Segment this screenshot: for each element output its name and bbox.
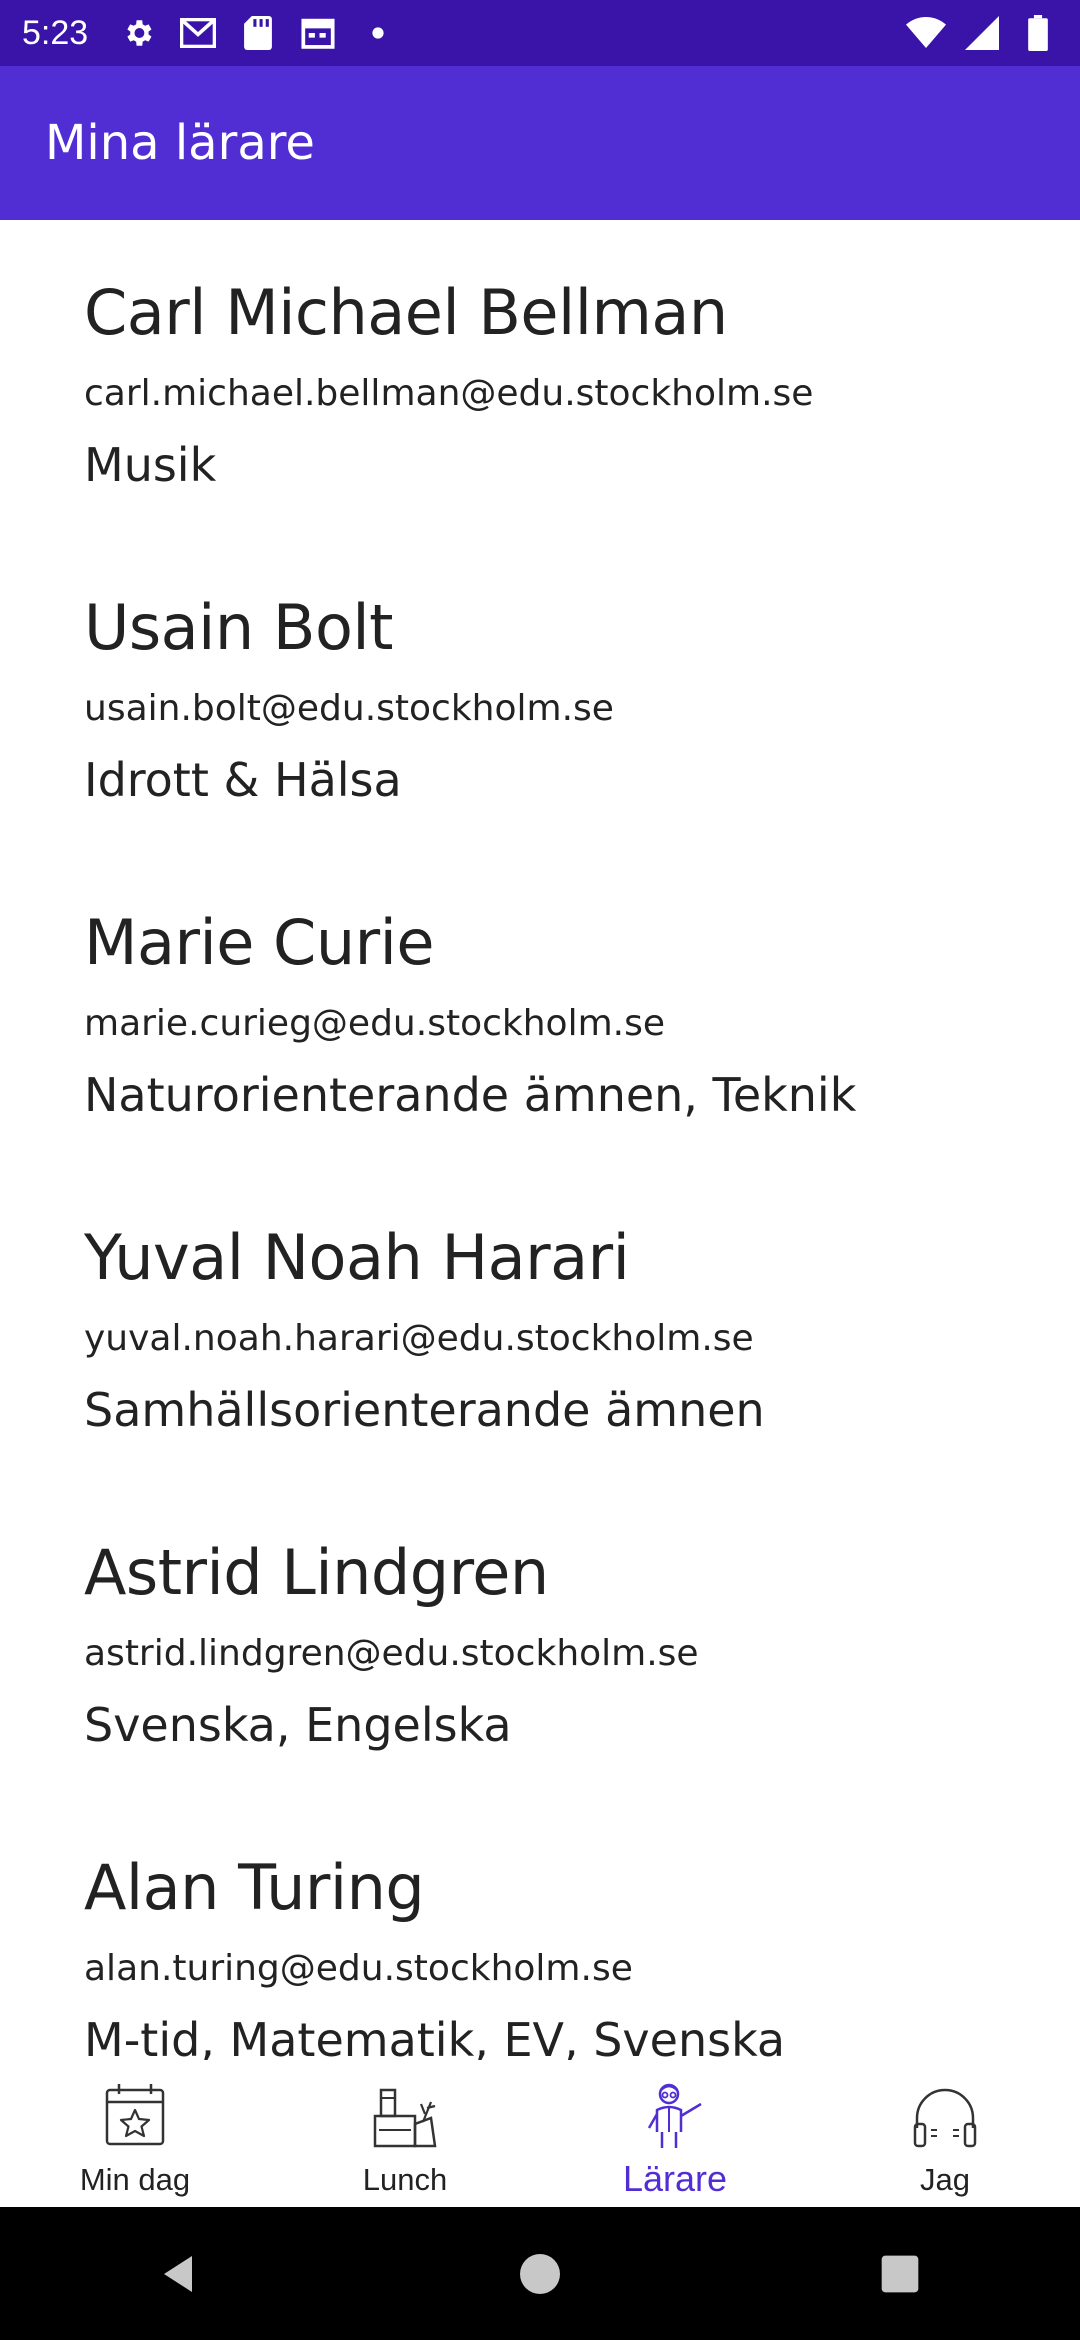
calendar-icon: [298, 13, 338, 53]
back-icon[interactable]: [140, 2234, 220, 2314]
teacher-email[interactable]: astrid.lindgren@edu.stockholm.se: [84, 1636, 1080, 1672]
teacher-name: Usain Bolt: [84, 591, 393, 664]
teacher-name: Alan Turing: [84, 1851, 425, 1924]
teacher-card[interactable]: Alan Turing alan.turing@edu.stockholm.se…: [84, 1795, 1080, 2061]
headphones-icon: [913, 2088, 977, 2148]
nav-label: Jag: [920, 2162, 970, 2197]
teacher-email[interactable]: carl.michael.bellman@edu.stockholm.se: [84, 376, 1080, 412]
teacher-email[interactable]: usain.bolt@edu.stockholm.se: [84, 691, 1080, 727]
nav-lunch[interactable]: Lunch: [270, 2060, 540, 2207]
nav-label: Lärare: [622, 2158, 728, 2199]
teacher-name: Astrid Lindgren: [84, 1536, 549, 1609]
teacher-email[interactable]: yuval.noah.harari@edu.stockholm.se: [84, 1321, 1080, 1357]
status-bar: 5:23: [0, 0, 1080, 66]
page-title: Mina lärare: [45, 115, 315, 171]
nav-label: Min dag: [79, 2162, 191, 2197]
recents-icon[interactable]: [860, 2234, 940, 2314]
dot-icon: [358, 13, 398, 53]
nav-jag[interactable]: Jag: [810, 2060, 1080, 2207]
sd-card-icon: [238, 13, 278, 53]
teacher-name: Marie Curie: [84, 906, 435, 979]
teacher-email[interactable]: marie.curieg@edu.stockholm.se: [84, 1006, 1080, 1042]
teacher-card[interactable]: Usain Bolt usain.bolt@edu.stockholm.se I…: [84, 535, 1080, 850]
teacher-card[interactable]: Marie Curie marie.curieg@edu.stockholm.s…: [84, 850, 1080, 1165]
teacher-card[interactable]: Carl Michael Bellman carl.michael.bellma…: [84, 220, 1080, 535]
status-time: 5:23: [22, 13, 89, 52]
teacher-subject: Svenska, Engelska: [84, 1698, 512, 1752]
teacher-list[interactable]: Carl Michael Bellman carl.michael.bellma…: [0, 220, 1080, 2061]
gmail-icon: [178, 13, 218, 53]
teacher-subject: Samhällsorienterande ämnen: [84, 1383, 765, 1437]
wifi-icon: [906, 13, 946, 53]
calendar-star-icon: [105, 2084, 165, 2146]
app-bar: Mina lärare: [0, 66, 1080, 220]
signal-icon: [962, 13, 1002, 53]
nav-min-dag[interactable]: Min dag: [0, 2060, 270, 2207]
teacher-card[interactable]: Astrid Lindgren astrid.lindgren@edu.stoc…: [84, 1480, 1080, 1795]
nav-larare[interactable]: Lärare: [540, 2060, 810, 2207]
teacher-name: Carl Michael Bellman: [84, 276, 728, 349]
teacher-card[interactable]: Yuval Noah Harari yuval.noah.harari@edu.…: [84, 1165, 1080, 1480]
system-nav-bar: [0, 2207, 1080, 2340]
battery-icon: [1018, 13, 1058, 53]
gear-icon: [118, 13, 158, 53]
teacher-icon: [647, 2083, 702, 2148]
bottom-nav: Min dag Lunch Lärare Jag: [0, 2060, 1080, 2207]
nav-label: Lunch: [362, 2162, 448, 2197]
teacher-name: Yuval Noah Harari: [84, 1221, 630, 1294]
teacher-email[interactable]: alan.turing@edu.stockholm.se: [84, 1951, 1080, 1987]
lunch-icon: [373, 2088, 437, 2148]
teacher-subject: Musik: [84, 438, 217, 492]
home-icon[interactable]: [500, 2234, 580, 2314]
teacher-subject: Idrott & Hälsa: [84, 753, 402, 807]
teacher-subject: M-tid, Matematik, EV, Svenska: [84, 2013, 786, 2060]
teacher-subject: Naturorienterande ämnen, Teknik: [84, 1068, 857, 1122]
